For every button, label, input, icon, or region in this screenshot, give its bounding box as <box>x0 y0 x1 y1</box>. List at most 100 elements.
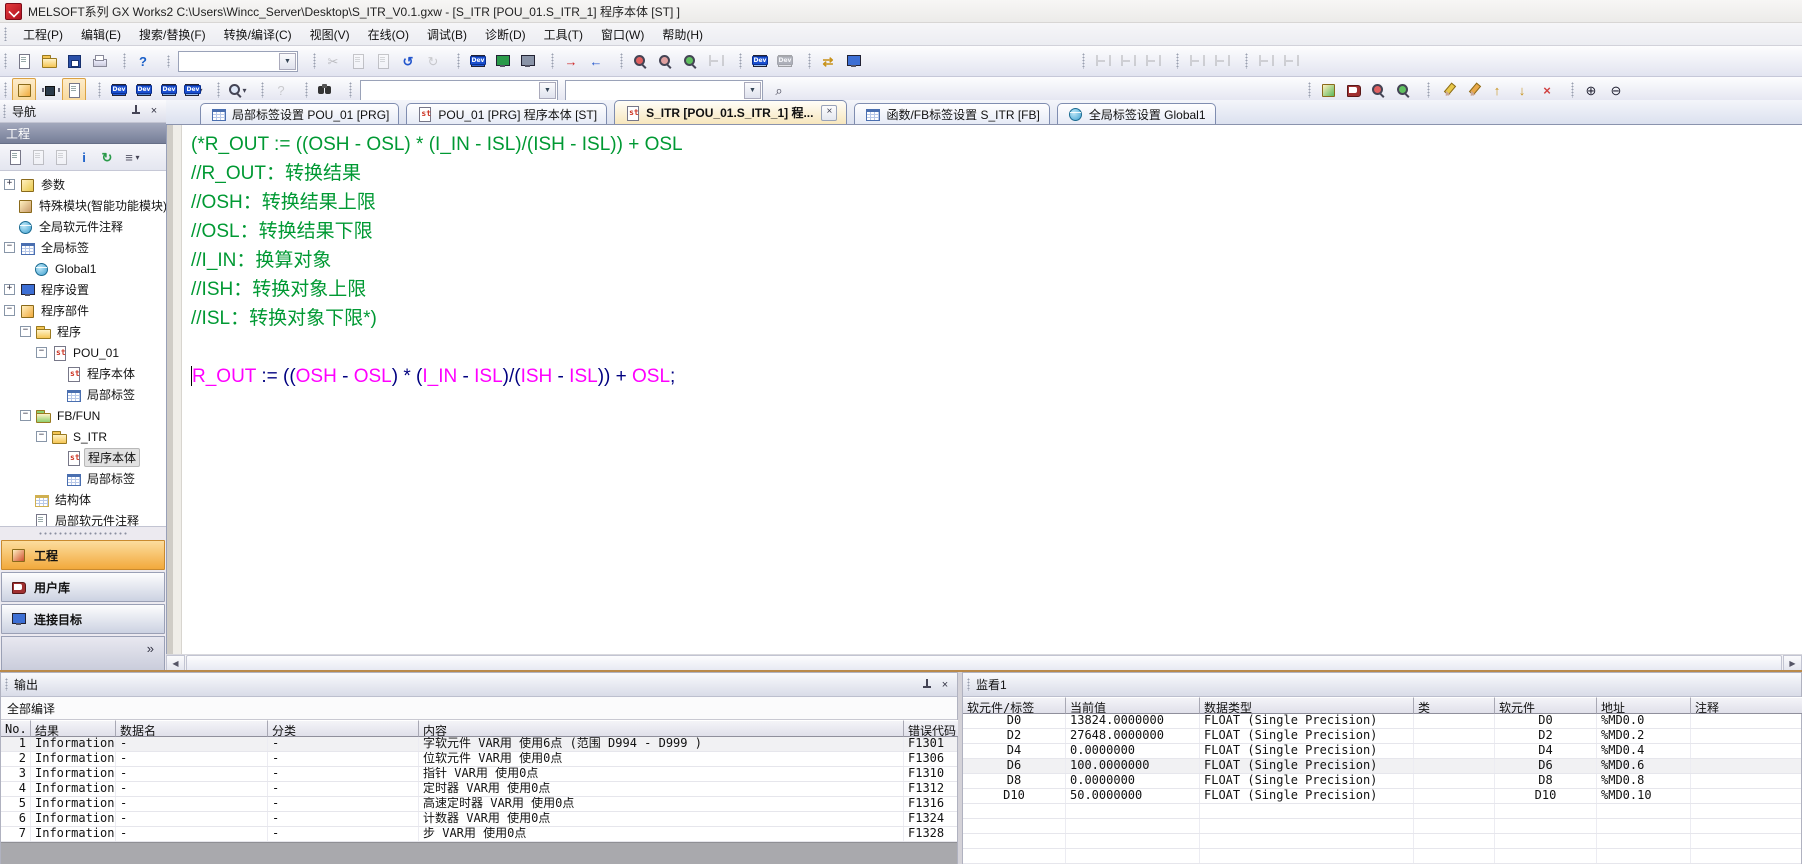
tree-item-17[interactable]: 局部软元件注释 <box>0 510 166 527</box>
menu-item-8[interactable]: 诊断(D) <box>476 23 535 46</box>
tree-expander[interactable]: − <box>20 326 31 337</box>
st-convert-button[interactable] <box>1316 78 1340 102</box>
editor-tab-4[interactable]: 函数/FB标签设置 S_ITR [FB] <box>854 103 1049 124</box>
tree-item-10[interactable]: 程序本体 <box>0 363 166 384</box>
table-row[interactable]: 2Information--位软元件 VAR用 使用0点F1306 <box>1 752 957 767</box>
nav-view-button-2[interactable]: 用户库 <box>1 572 165 602</box>
new-project-button[interactable] <box>12 49 36 73</box>
tree-item-8[interactable]: −程序 <box>0 321 166 342</box>
editor-tab-2[interactable]: POU_01 [PRG] 程序本体 [ST] <box>406 103 607 124</box>
nav-refresh-button[interactable]: ↻ <box>96 146 118 168</box>
device-comment-button[interactable] <box>106 78 130 102</box>
monitor-watch-button[interactable] <box>678 49 702 73</box>
write-to-plc-button[interactable]: → <box>559 49 583 73</box>
menu-item-7[interactable]: 调试(B) <box>418 23 476 46</box>
module-configuration-button[interactable] <box>37 78 61 102</box>
output-scroll-area[interactable] <box>1 842 957 864</box>
table-row[interactable]: D80.0000000FLOAT (Single Precision)D8%MD… <box>963 774 1801 789</box>
menu-item-10[interactable]: 窗口(W) <box>592 23 653 46</box>
context-help-button[interactable]: ? <box>269 78 293 102</box>
tree-item-4[interactable]: −全局标签 <box>0 237 166 258</box>
undo-button[interactable]: ↺ <box>396 49 420 73</box>
device-batch-button[interactable] <box>772 49 796 73</box>
project-data-combo[interactable]: ▼ <box>178 51 298 72</box>
st-compile-check-button[interactable] <box>1341 78 1365 102</box>
device-write-button[interactable] <box>465 49 489 73</box>
column-header-4[interactable]: 类 <box>1414 697 1495 714</box>
device-init-button[interactable] <box>156 78 180 102</box>
nav-view-button-3[interactable]: 连接目标 <box>1 604 165 634</box>
nav-sort-button[interactable]: ≡▾ <box>119 146 141 168</box>
menu-item-11[interactable]: 帮助(H) <box>653 23 712 46</box>
st-find-prev-button[interactable] <box>1366 78 1390 102</box>
open-project-button[interactable] <box>37 49 61 73</box>
ladder-coil-button[interactable] <box>1140 49 1164 73</box>
remote-operation-button[interactable] <box>841 49 865 73</box>
table-row[interactable]: 6Information--计数器 VAR用 使用0点F1324 <box>1 812 957 827</box>
menu-item-3[interactable]: 搜索/替换(F) <box>130 23 215 46</box>
transfer-setup-button[interactable]: ⇄ <box>816 49 840 73</box>
copy-button[interactable] <box>346 49 370 73</box>
editor-tab-3[interactable]: S_ITR [POU_01.S_ITR_1] 程...× <box>614 100 847 124</box>
device-verify-button[interactable] <box>515 49 539 73</box>
menu-item-6[interactable]: 在线(O) <box>359 23 418 46</box>
st-code-area[interactable]: (*R_OUT := ((OSH - OSL) * (I_IN - ISL)/(… <box>182 125 1802 654</box>
bookmark-set-button[interactable] <box>1435 78 1459 102</box>
column-header-1[interactable]: 软元件/标签 <box>963 697 1066 714</box>
device-detail-button[interactable]: ▾ <box>181 78 205 102</box>
redo-button[interactable]: ↻ <box>421 49 445 73</box>
cross-reference-button[interactable] <box>313 78 337 102</box>
table-row[interactable]: 4Information--定时器 VAR用 使用0点F1312 <box>1 782 957 797</box>
tree-expander[interactable]: − <box>20 410 31 421</box>
ladder-falling-button[interactable] <box>1278 49 1302 73</box>
nav-copy-button[interactable] <box>27 146 49 168</box>
column-header-5[interactable]: 软元件 <box>1495 697 1597 714</box>
device-memory-button[interactable] <box>131 78 155 102</box>
bookmark-list-button[interactable] <box>1460 78 1484 102</box>
table-row[interactable]: 7Information--步 VAR用 使用0点F1328 <box>1 827 957 842</box>
ladder-close-contact-button[interactable] <box>1115 49 1139 73</box>
tree-item-12[interactable]: −FB/FUN <box>0 405 166 426</box>
table-row[interactable]: D6100.0000000FLOAT (Single Precision)D6%… <box>963 759 1801 774</box>
menu-item-1[interactable]: 工程(P) <box>14 23 72 46</box>
editor-tab-1[interactable]: 局部标签设置 POU_01 [PRG] <box>200 103 399 124</box>
read-from-plc-button[interactable]: ← <box>584 49 608 73</box>
tree-expander[interactable]: − <box>4 242 15 253</box>
column-header-2[interactable]: 当前值 <box>1066 697 1200 714</box>
monitor-write-button[interactable] <box>653 49 677 73</box>
table-row[interactable]: D227648.0000000FLOAT (Single Precision)D… <box>963 729 1801 744</box>
editor-tab-5[interactable]: 全局标签设置 Global1 <box>1057 103 1216 124</box>
save-project-button[interactable] <box>62 49 86 73</box>
navigation-pin-button[interactable] <box>129 104 143 118</box>
find-go-button[interactable]: ⌕ <box>767 78 791 102</box>
zoom-in-button[interactable]: ⊕ <box>1579 78 1603 102</box>
bookmark-prev-button[interactable]: ↑ <box>1485 78 1509 102</box>
nav-view-button-1[interactable]: 工程 <box>1 540 165 570</box>
column-header-3[interactable]: 数据名 <box>116 720 268 737</box>
tree-item-15[interactable]: 局部标签 <box>0 468 166 489</box>
st-find-next-button[interactable] <box>1391 78 1415 102</box>
tree-item-6[interactable]: +程序设置 <box>0 279 166 300</box>
tree-item-11[interactable]: 局部标签 <box>0 384 166 405</box>
tree-expander[interactable]: − <box>36 431 47 442</box>
bookmark-next-button[interactable]: ↓ <box>1510 78 1534 102</box>
tree-expander[interactable]: + <box>4 179 15 190</box>
tree-item-14[interactable]: 程序本体 <box>0 447 166 468</box>
column-header-5[interactable]: 内容 <box>419 720 904 737</box>
nav-new-data-button[interactable] <box>4 146 26 168</box>
output-close-button[interactable]: × <box>938 678 952 692</box>
table-row[interactable]: 5Information--高速定时器 VAR用 使用0点F1316 <box>1 797 957 812</box>
output-pin-button[interactable] <box>920 678 934 692</box>
ladder-rising-button[interactable] <box>1253 49 1277 73</box>
st-editor[interactable]: (*R_OUT := ((OSH - OSL) * (I_IN - ISL)/(… <box>166 125 1802 654</box>
tree-item-5[interactable]: Global1 <box>0 258 166 279</box>
find-device-button[interactable]: ▾ <box>225 78 249 102</box>
table-row[interactable]: 1Information--字软元件 VAR用 使用6点 (范围 D994 - … <box>1 737 957 752</box>
tree-item-13[interactable]: −S_ITR <box>0 426 166 447</box>
navigation-window-button[interactable] <box>12 78 36 102</box>
menu-item-4[interactable]: 转换/编译(C) <box>215 23 301 46</box>
column-header-6[interactable]: 地址 <box>1597 697 1691 714</box>
menu-item-9[interactable]: 工具(T) <box>535 23 592 46</box>
column-header-6[interactable]: 错误代码 <box>904 720 959 737</box>
table-row[interactable]: D1050.0000000FLOAT (Single Precision)D10… <box>963 789 1801 804</box>
